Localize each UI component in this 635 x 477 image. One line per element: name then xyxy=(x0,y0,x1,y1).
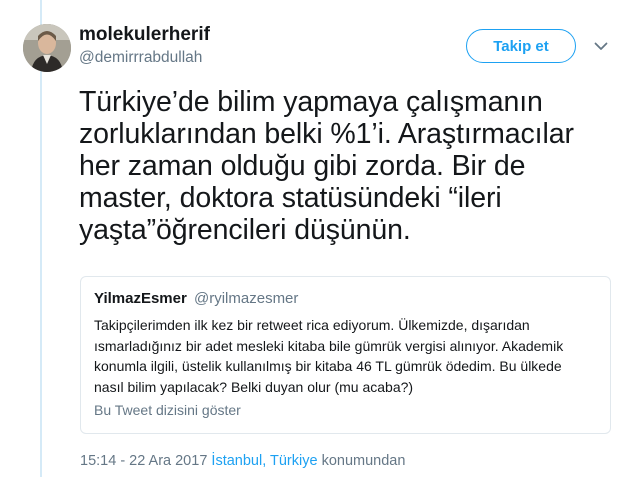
quoted-tweet-text: Takipçilerimden ilk kez bir retweet rica… xyxy=(94,315,604,397)
tweet-text-line: master, doktora statüsündeki “ileri xyxy=(79,182,502,214)
tweet-metadata: 15:14 - 22 Ara 2017 İstanbul, Türkiye ko… xyxy=(80,452,405,470)
quoted-text-line: Takipçilerimden ilk kez bir retweet rica… xyxy=(94,317,530,333)
quoted-text-line: nasıl bilim yapılacak? Belki duyan olur … xyxy=(94,378,414,395)
quoted-tweet-header: YilmazEsmer @ryilmazesmer xyxy=(94,290,298,308)
tweet-text: Türkiye’de bilim yapmaya çalışmanın zorl… xyxy=(79,86,624,246)
follow-button[interactable]: Takip et xyxy=(466,29,576,63)
quoted-author-name: YilmazEsmer xyxy=(94,290,187,307)
quoted-author-username: @ryilmazesmer xyxy=(194,290,299,307)
tweet-location-link[interactable]: İstanbul, Türkiye xyxy=(211,453,317,469)
author-display-name[interactable]: molekulerherif xyxy=(79,24,210,46)
quoted-text-line: ısmarladığınız bir adet mesleki kitaba b… xyxy=(94,337,564,354)
tweet-timestamp[interactable]: 15:14 - 22 Ara 2017 xyxy=(80,453,207,469)
more-options-button[interactable] xyxy=(590,36,612,56)
tweet-text-line: zorluklarından belki %1’i. Araştırmacıla… xyxy=(79,118,574,150)
quoted-text-line: konumla ilgili, üstelik kullanılmış bir … xyxy=(94,358,562,374)
tweet-text-line: her zaman olduğu gibi zorda. Bir de xyxy=(79,150,526,182)
author-username[interactable]: @demirrrabdullah xyxy=(79,49,202,67)
show-thread-link[interactable]: Bu Tweet dizisini göster xyxy=(94,401,241,419)
chevron-down-icon xyxy=(594,42,608,50)
quoted-tweet-card[interactable]: YilmazEsmer @ryilmazesmer Takipçilerimde… xyxy=(80,276,611,434)
avatar[interactable] xyxy=(23,24,71,72)
avatar-image xyxy=(23,24,71,72)
tweet-text-line: yaşta”öğrencileri düşünün. xyxy=(79,214,411,246)
tweet-text-line: Türkiye’de bilim yapmaya çalışmanın xyxy=(79,86,543,118)
tweet-location-suffix: konumundan xyxy=(321,453,406,469)
